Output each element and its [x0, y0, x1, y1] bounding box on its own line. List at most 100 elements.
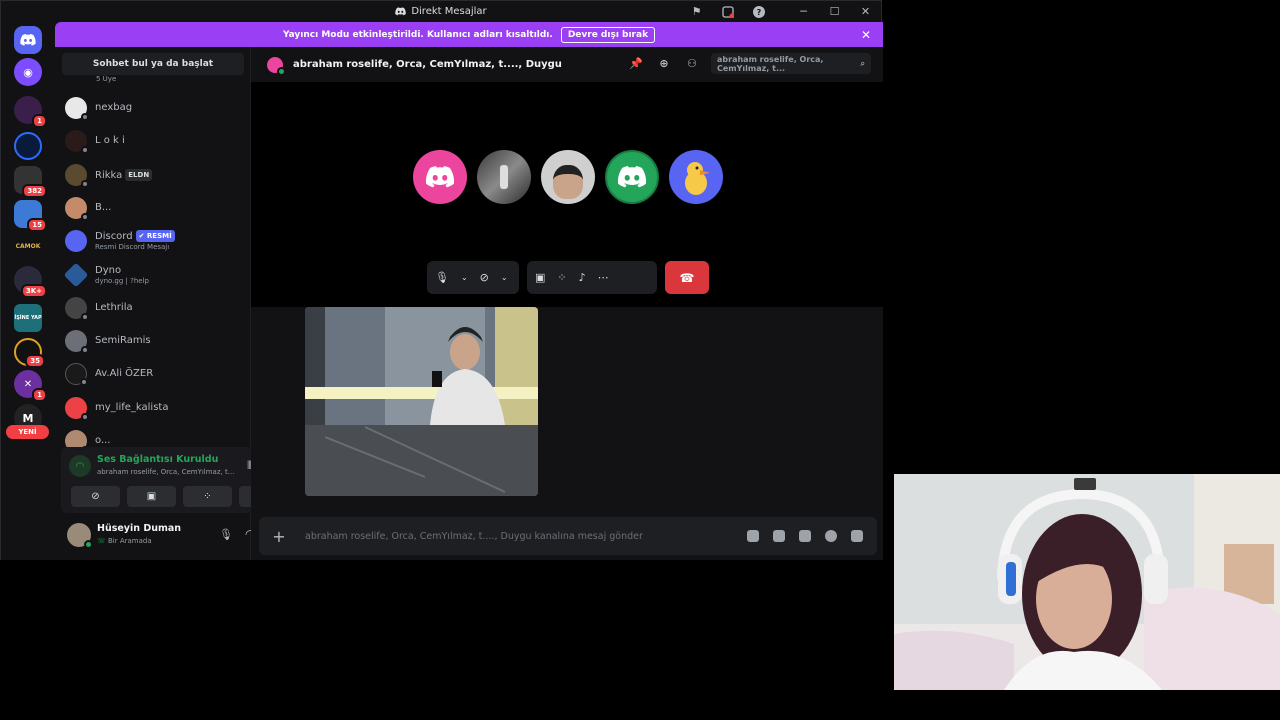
- add-friends-icon[interactable]: ⊕: [655, 55, 673, 73]
- apps-icon[interactable]: [851, 530, 863, 542]
- dm-item[interactable]: Av.Ali ÖZER: [65, 359, 243, 389]
- webcam-feed-image: [894, 474, 1280, 690]
- username: Hüseyin Duman: [97, 523, 182, 534]
- activities-icon[interactable]: ⁘: [557, 271, 566, 284]
- message-composer: + abraham roselife, Orca, CemYılmaz, t..…: [259, 517, 877, 555]
- dm-item[interactable]: Lethrila: [65, 293, 243, 323]
- dm-name: nexbag: [95, 102, 133, 113]
- chat-title[interactable]: abraham roselife, Orca, CemYılmaz, t....…: [293, 59, 562, 70]
- server-icon[interactable]: ✕ 1: [14, 370, 47, 402]
- avatar[interactable]: [67, 523, 93, 549]
- official-tag: ✔ RESMİ: [135, 230, 175, 242]
- user-status: ☏ Bir Aramada: [97, 537, 152, 545]
- camera-off-icon[interactable]: ⊘: [480, 271, 489, 284]
- avatar: [65, 330, 89, 354]
- inbox-icon[interactable]: [712, 1, 743, 22]
- dm-sub: Resmi Discord Mesajı: [95, 243, 170, 251]
- emoji-icon[interactable]: [825, 530, 837, 542]
- microphone-icon[interactable]: 🎙: [435, 271, 449, 284]
- dm-item[interactable]: nexbag: [65, 93, 243, 123]
- activities-button[interactable]: ⁘: [183, 486, 232, 507]
- new-pill[interactable]: YENİ: [6, 425, 49, 439]
- dm-item[interactable]: Dyno dyno.gg | ?help: [63, 260, 243, 290]
- chevron-down-icon[interactable]: ⌄: [501, 273, 508, 282]
- disable-streamer-button[interactable]: Devre dışı bırak: [560, 26, 656, 43]
- server-icon[interactable]: 1: [14, 96, 47, 128]
- window-title: Direkt Mesajlar: [411, 6, 487, 17]
- divider: [774, 1, 788, 22]
- dm-name: my_life_kalista: [95, 402, 169, 413]
- chevron-down-icon[interactable]: ⌄: [461, 273, 468, 282]
- message-input[interactable]: abraham roselife, Orca, CemYılmaz, t....…: [299, 531, 747, 542]
- server-badge: 1: [32, 388, 47, 402]
- participant-avatar[interactable]: [669, 150, 723, 204]
- participant-avatar[interactable]: [477, 150, 531, 204]
- pin-icon[interactable]: 📌: [627, 55, 645, 73]
- gif-icon[interactable]: [773, 530, 785, 542]
- avatar: [65, 297, 89, 321]
- help-icon[interactable]: ?: [743, 1, 774, 22]
- minimize-button[interactable]: ─: [788, 1, 819, 22]
- avatar: [65, 130, 89, 154]
- members-icon[interactable]: ⚇: [683, 55, 701, 73]
- flag-icon[interactable]: ⚑: [681, 1, 712, 22]
- dm-name: Dyno: [95, 264, 122, 276]
- gift-icon[interactable]: [747, 530, 759, 542]
- dm-name: Discord: [95, 231, 133, 242]
- close-button[interactable]: ✕: [850, 1, 881, 22]
- server-icon[interactable]: 35: [14, 338, 45, 368]
- search-icon: ⌕: [860, 58, 865, 68]
- camera-off-button[interactable]: ⊘: [71, 486, 120, 507]
- server-icon[interactable]: 3K+: [14, 266, 47, 298]
- screen-share-icon[interactable]: ▣: [535, 271, 545, 284]
- discord-logo-icon: [617, 166, 647, 188]
- participant-avatar[interactable]: [605, 150, 659, 204]
- sticker-icon[interactable]: [799, 530, 811, 542]
- dm-item[interactable]: my_life_kalista: [65, 393, 243, 423]
- search-input[interactable]: abraham roselife, Orca, CemYılmaz, t... ⌕: [711, 53, 871, 74]
- participant-avatar[interactable]: [541, 150, 595, 204]
- hang-up-icon: ☎: [679, 270, 695, 285]
- image-attachment[interactable]: [305, 307, 538, 496]
- maximize-button[interactable]: ☐: [819, 1, 850, 22]
- dm-list: 5 Üye nexbag L o k i Rikka ELDN B... Disc…: [55, 75, 251, 447]
- dm-item[interactable]: Discord ✔ RESMİ Resmi Discord Mesajı: [65, 226, 243, 256]
- chat-header: abraham roselife, Orca, CemYılmaz, t....…: [251, 47, 883, 82]
- dm-item[interactable]: Rikka ELDN: [65, 160, 243, 190]
- dm-item[interactable]: B...: [65, 193, 243, 223]
- server-icon[interactable]: İŞİNE YAP: [14, 304, 42, 332]
- voice-status[interactable]: Ses Bağlantısı Kuruldu: [97, 454, 218, 465]
- clan-tag: ELDN: [125, 168, 153, 181]
- avatar: [63, 262, 89, 288]
- dm-sidebar: Sohbet bul ya da başlat 5 Üye nexbag L o…: [55, 47, 297, 560]
- title-bar: Direkt Mesajlar ⚑ ? ─ ☐ ✕: [1, 1, 881, 22]
- server-icon[interactable]: 382: [14, 166, 47, 198]
- add-attachment-icon[interactable]: +: [259, 527, 299, 546]
- server-icon[interactable]: ◉: [14, 58, 42, 86]
- discord-logo-icon: [395, 7, 407, 16]
- dm-search-button[interactable]: Sohbet bul ya da başlat: [62, 53, 244, 75]
- dm-item[interactable]: o...: [65, 426, 243, 447]
- call-actions: ▣ ⁘ ♪ ⋯: [527, 261, 657, 294]
- discord-window: Direkt Mesajlar ⚑ ? ─ ☐ ✕ ◉ 1 382 15 CAM…: [0, 0, 883, 560]
- server-badge: 382: [22, 184, 47, 198]
- server-icon[interactable]: [14, 132, 42, 160]
- microphone-icon[interactable]: 🎙: [219, 528, 233, 541]
- message-area: [251, 307, 883, 515]
- avatar: [65, 430, 89, 447]
- soundboard-icon[interactable]: ♪: [579, 271, 586, 284]
- more-icon[interactable]: ⋯: [598, 271, 609, 284]
- dm-item[interactable]: SemiRamis: [65, 326, 243, 356]
- signal-icon: ◠: [69, 455, 91, 477]
- server-badge: 35: [25, 354, 45, 368]
- home-button[interactable]: [14, 26, 42, 54]
- discord-logo-icon: [20, 34, 36, 46]
- server-icon[interactable]: 15: [14, 200, 47, 232]
- screen-share-button[interactable]: ▣: [127, 486, 176, 507]
- end-call-button[interactable]: ☎: [665, 261, 709, 294]
- dm-name: B...: [95, 202, 112, 213]
- close-icon[interactable]: ✕: [861, 28, 871, 42]
- dm-item[interactable]: L o k i: [65, 126, 243, 156]
- participant-avatar[interactable]: [413, 150, 467, 204]
- server-icon[interactable]: CAMOK: [14, 232, 42, 260]
